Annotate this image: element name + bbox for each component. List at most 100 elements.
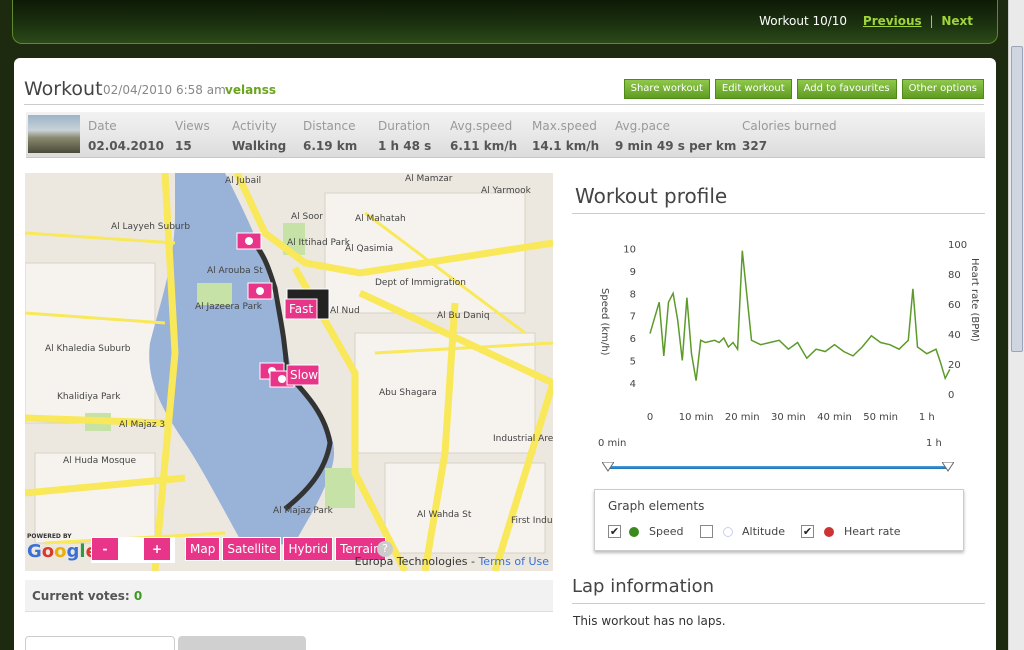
page-scrollbar[interactable] [1008,0,1024,650]
google-logo[interactable]: Google [27,541,98,562]
powered-by-text: POWERED BY [27,533,72,540]
map-label: Al Ittihad Park [287,238,351,248]
map-label: First Industrial St [511,516,553,526]
terms-of-use-link[interactable]: Terms of Use [478,555,549,568]
y2-axis-label: Heart rate (BPM) [969,258,980,342]
photo-marker[interactable] [247,282,273,300]
lap-info-text: This workout has no laps. [573,614,726,628]
y2-tick-label: 40 [948,330,961,341]
stat-calories: Calories burned 327 [742,119,837,153]
x-tick-label: 40 min [817,412,852,423]
time-range-slider[interactable]: 0 min 1 h [586,436,982,476]
speed-series-line [649,250,951,381]
workout-datetime: 02/04/2010 6:58 am [103,83,226,97]
graph-elements-title: Graph elements [608,499,705,513]
slider-right-handle[interactable] [942,462,954,472]
map-controls: - + Map Satellite Hybrid Terrain [91,537,386,561]
map-canvas[interactable]: Al Jubail Al Mamzar Al Yarmook Al Soor A… [25,173,553,571]
map-label: Al Jubail [225,176,261,186]
map-label: Al Mamzar [405,174,453,184]
map-label: Al Khaledia Suburb [45,344,131,354]
y2-tick-label: 60 [948,300,961,311]
share-workout-button[interactable]: Share workout [623,79,710,99]
workout-user-link[interactable]: velanss [225,83,276,97]
other-options-button[interactable]: Other options [901,79,984,99]
map-label: Al Soor [291,212,323,222]
workout-actions: Share workout Edit workout Add to favour… [623,79,984,99]
map-label: Khalidiya Park [57,392,121,402]
x-tick-label: 0 [647,412,653,423]
stat-avg-pace: Avg.pace 9 min 49 s per km [615,119,737,153]
zoom-in-button[interactable]: + [143,537,171,561]
map-label: Al Majaz 3 [119,420,165,430]
x-tick-label: 1 h [919,412,935,423]
next-link[interactable]: Next [941,14,973,28]
y2-tick-label: 100 [948,240,967,251]
stat-duration: Duration 1 h 48 s [378,119,432,153]
top-navigation-bar: Workout 10/10 Previous | Next [12,0,998,44]
workout-photo-thumbnail[interactable] [28,115,80,153]
y2-tick-label: 0 [948,390,954,401]
heart-rate-label: Heart rate [844,525,901,538]
map-copyright: Europa Technologies - Terms of Use [354,555,549,568]
map-label: Al Mahatah [355,214,406,224]
map-label: Al Bu Daniq [437,311,490,321]
map-label: Al Qasimia [345,244,393,254]
speed-color-icon [629,527,639,537]
lap-information-title: Lap information [572,576,715,597]
map-label: Dept of Immigration [375,278,466,288]
header-divider [24,104,984,105]
map-label: Industrial Area 4 [493,434,553,444]
map-type-hybrid-button[interactable]: Hybrid [283,537,334,561]
map-label: Al Jazeera Park [195,302,263,312]
workout-counter: Workout 10/10 [759,14,848,28]
y-tick-label: 6 [630,334,636,345]
slider-end-label: 1 h [926,438,942,449]
x-tick-label: 30 min [771,412,806,423]
fast-marker[interactable]: Fast [289,302,313,316]
stat-distance: Distance 6.19 km [303,119,358,153]
map-label: Al Arouba St [207,266,263,276]
map-label: Al Nud [330,306,360,316]
stat-avg-speed: Avg.speed 6.11 km/h [450,119,518,153]
speed-checkbox[interactable]: ✔ [608,525,621,538]
photo-marker[interactable] [236,232,262,250]
vote-count: 0 [133,589,143,603]
slider-left-handle[interactable] [602,462,614,472]
slow-marker[interactable]: Slow [290,368,318,382]
previous-link[interactable]: Previous [863,14,922,28]
slider-start-label: 0 min [598,438,627,449]
profile-divider [572,213,985,214]
stat-views: Views 15 [175,119,210,153]
slider-track[interactable] [608,466,948,469]
map-type-satellite-button[interactable]: Satellite [222,537,282,561]
graph-elements-panel: Graph elements ✔ Speed Altitude ✔ Heart … [594,489,964,551]
scrollbar-thumb[interactable] [1011,46,1023,352]
y2-tick-label: 80 [948,270,961,281]
y-tick-label: 4 [630,379,636,390]
heart-rate-color-icon [824,527,834,537]
current-votes: Current votes: 0 [25,580,553,612]
tab-inactive[interactable] [178,636,306,650]
map-label: Al Wahda St [417,510,472,520]
y-tick-label: 7 [630,312,636,323]
route-map[interactable]: Al Jubail Al Mamzar Al Yarmook Al Soor A… [25,173,553,571]
workout-stats-bar: Date 02.04.2010 Views 15 Activity Walking D… [26,112,985,158]
add-to-favourites-button[interactable]: Add to favourites [796,79,897,99]
stat-max-speed: Max.speed 14.1 km/h [532,119,600,153]
edit-workout-button[interactable]: Edit workout [714,79,792,99]
heart-rate-checkbox[interactable]: ✔ [801,525,814,538]
zoom-out-button[interactable]: - [91,537,119,561]
x-tick-label: 20 min [725,412,760,423]
map-type-map-button[interactable]: Map [185,537,221,561]
workout-pager: Workout 10/10 Previous | Next [759,14,973,28]
tab-active[interactable] [25,636,175,650]
map-label: Al Huda Mosque [63,456,136,466]
lap-divider [572,603,985,604]
stat-date: Date 02.04.2010 [88,119,164,153]
stat-activity: Activity Walking [232,119,287,153]
workout-profile-title: Workout profile [575,184,728,208]
workout-profile-chart[interactable]: 456789100204060801000 10 min 20 min 30 min 4… [586,228,982,423]
altitude-checkbox[interactable] [700,525,713,538]
y-tick-label: 10 [623,244,636,255]
